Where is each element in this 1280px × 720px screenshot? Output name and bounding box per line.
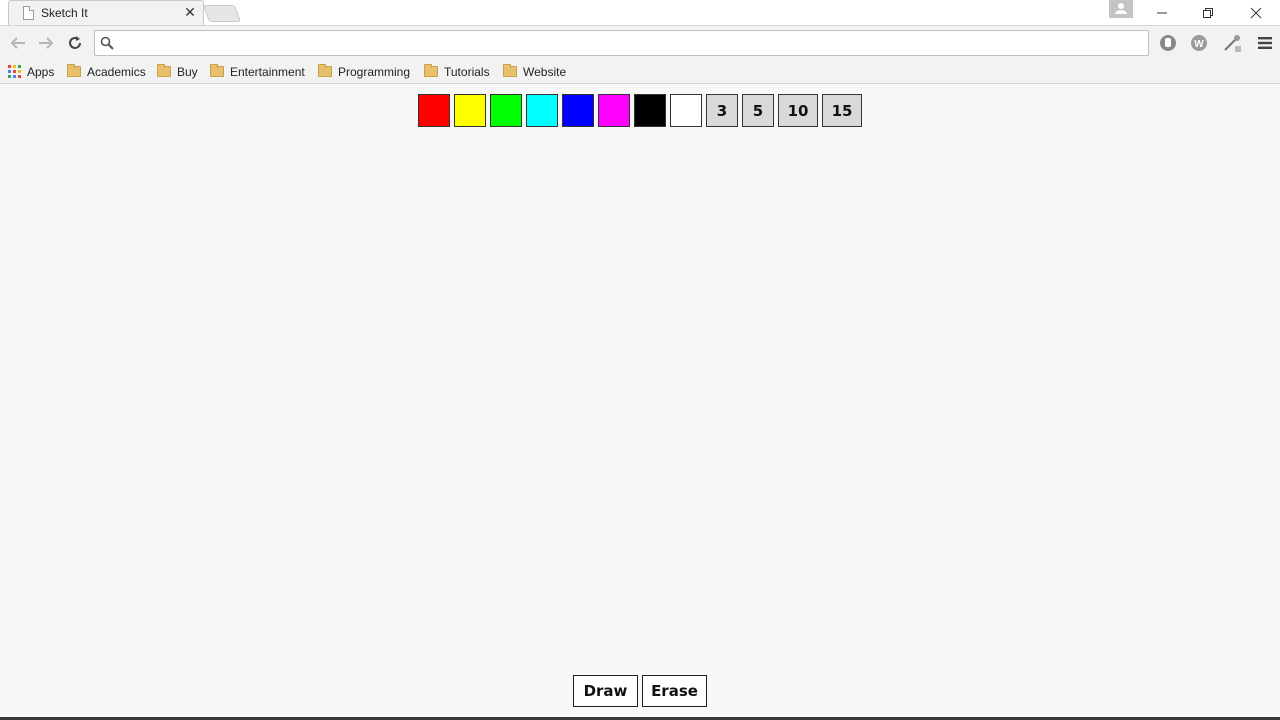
color-swatch-magenta[interactable] [598, 94, 630, 127]
page-icon [23, 6, 34, 20]
color-swatch-blue[interactable] [562, 94, 594, 127]
color-swatch-white[interactable] [670, 94, 702, 127]
folder-icon [424, 64, 438, 77]
menu-icon[interactable] [1255, 33, 1275, 53]
profile-icon[interactable] [1109, 0, 1133, 18]
bookmark-website[interactable]: Website [503, 62, 566, 81]
folder-icon [503, 64, 517, 77]
address-bar[interactable] [94, 30, 1149, 56]
bookmark-label: Buy [177, 64, 198, 79]
bookmark-entertainment[interactable]: Entertainment [210, 62, 305, 81]
brush-size-10-button[interactable]: 10 [778, 94, 818, 127]
color-size-palette: 3 5 10 15 [418, 94, 866, 127]
brush-size-15-button[interactable]: 15 [822, 94, 862, 127]
reload-icon[interactable] [64, 32, 86, 54]
mode-toolbar: Draw Erase [573, 675, 711, 707]
color-swatch-cyan[interactable] [526, 94, 558, 127]
bookmark-label: Apps [27, 64, 55, 79]
title-bar: Sketch It ✕ [0, 0, 1280, 25]
close-window-icon[interactable] [1233, 0, 1279, 25]
forward-arrow-icon[interactable] [35, 32, 57, 54]
extension-eyedropper-icon[interactable] [1222, 33, 1242, 53]
bookmarks-bar: Apps Academics Buy Entertainment Program… [0, 59, 1280, 84]
color-swatch-red[interactable] [418, 94, 450, 127]
browser-toolbar: W [0, 25, 1280, 59]
bookmark-label: Entertainment [230, 64, 305, 79]
bookmark-programming[interactable]: Programming [318, 62, 410, 81]
folder-icon [210, 64, 224, 77]
folder-icon [157, 64, 171, 77]
bookmark-label: Academics [87, 64, 146, 79]
color-swatch-green[interactable] [490, 94, 522, 127]
active-tab[interactable]: Sketch It ✕ [8, 0, 204, 25]
address-input[interactable] [121, 34, 1141, 52]
extension-hand-icon[interactable] [1158, 33, 1178, 53]
extension-w-icon[interactable]: W [1189, 33, 1209, 53]
draw-button[interactable]: Draw [573, 675, 638, 707]
brush-size-3-button[interactable]: 3 [706, 94, 738, 127]
new-tab-button[interactable] [202, 5, 242, 22]
tab-close-icon[interactable]: ✕ [183, 4, 197, 20]
bookmark-academics[interactable]: Academics [67, 62, 146, 81]
drawing-canvas[interactable] [0, 135, 1280, 665]
bookmark-label: Website [523, 64, 567, 79]
restore-icon[interactable] [1185, 0, 1231, 25]
brush-size-5-button[interactable]: 5 [742, 94, 774, 127]
bookmark-tutorials[interactable]: Tutorials [424, 62, 490, 81]
bookmark-label: Tutorials [444, 64, 490, 79]
bookmark-apps[interactable]: Apps [8, 62, 54, 81]
color-swatch-yellow[interactable] [454, 94, 486, 127]
minimize-icon[interactable] [1139, 0, 1185, 25]
apps-grid-icon [8, 65, 21, 78]
tab-title: Sketch It [41, 6, 88, 20]
back-arrow-icon[interactable] [7, 32, 29, 54]
svg-text:W: W [1194, 39, 1204, 50]
bookmark-label: Programming [338, 64, 411, 79]
search-icon [100, 36, 114, 55]
bookmark-buy[interactable]: Buy [157, 62, 198, 81]
folder-icon [67, 64, 81, 77]
erase-button[interactable]: Erase [642, 675, 707, 707]
color-swatch-black[interactable] [634, 94, 666, 127]
folder-icon [318, 64, 332, 77]
